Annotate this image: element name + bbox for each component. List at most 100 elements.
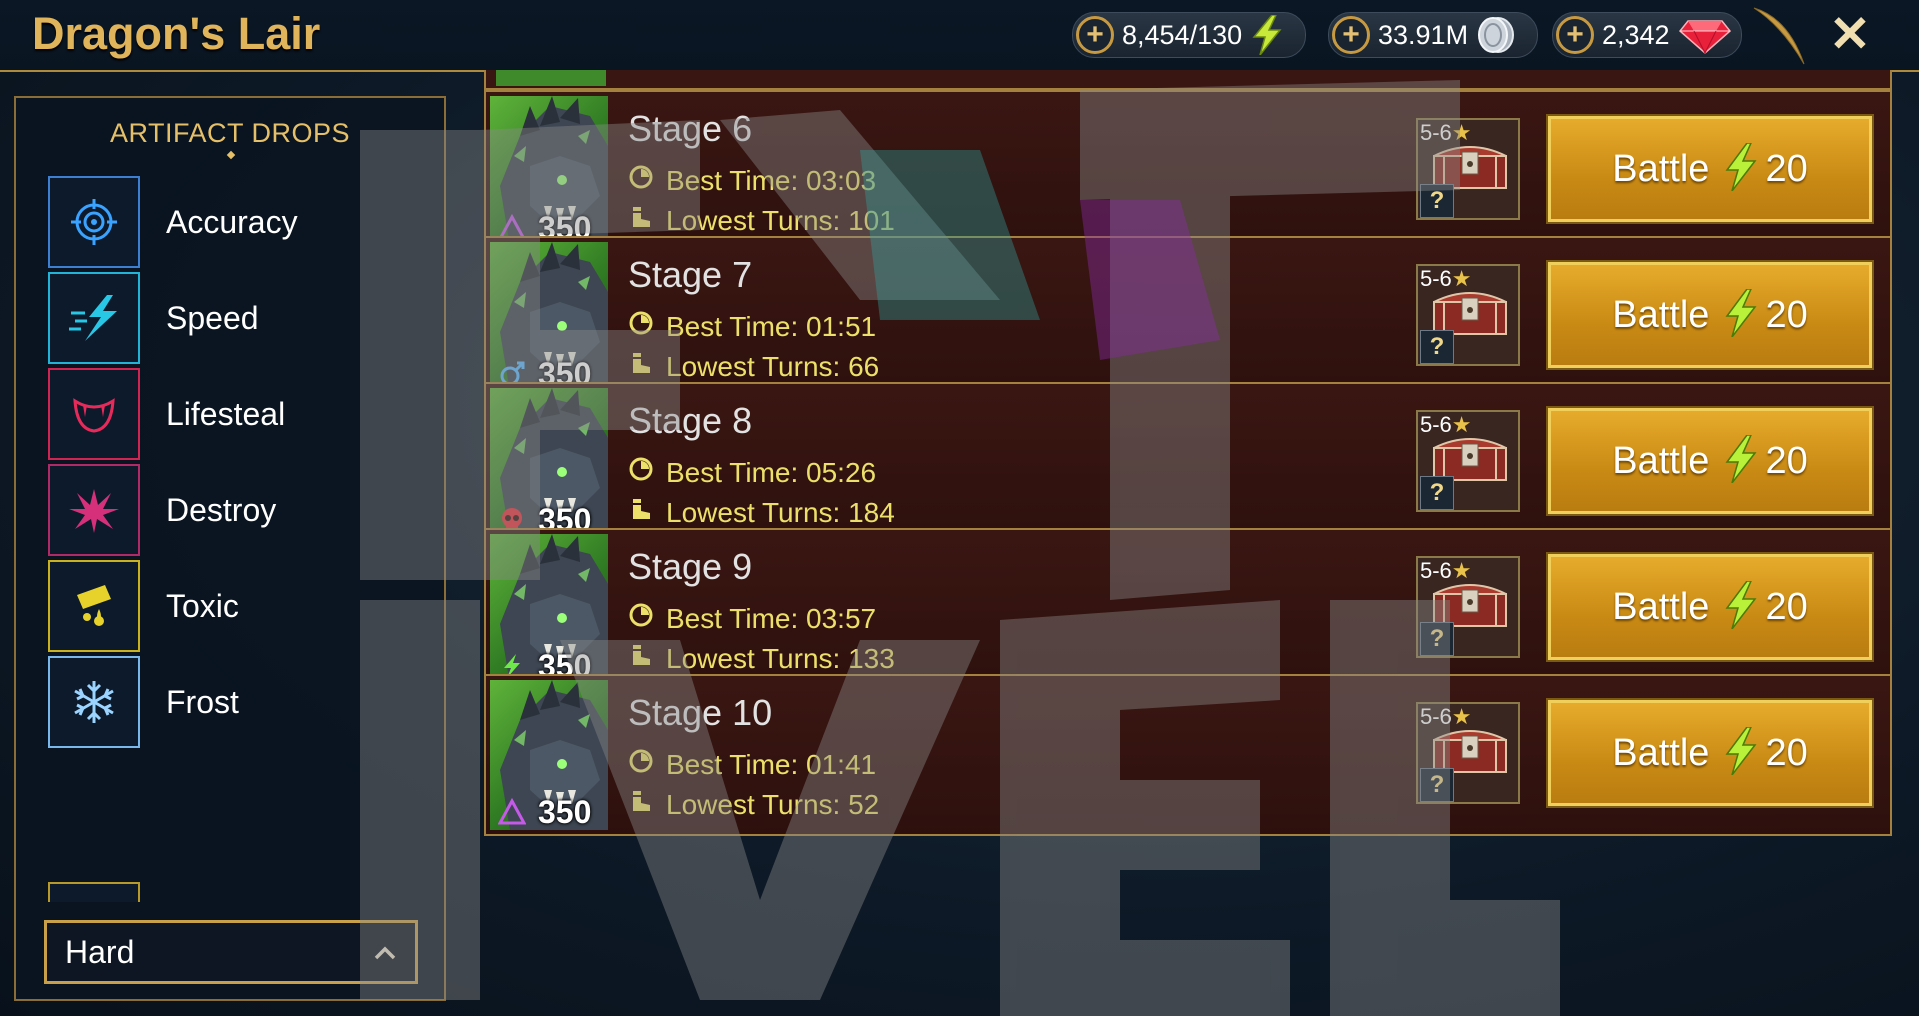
difficulty-value: Hard xyxy=(65,933,135,970)
speed-icon xyxy=(48,272,140,364)
crescent-ornament-icon xyxy=(1748,4,1808,66)
energy-bolt-icon xyxy=(1709,287,1765,342)
lowest-turns-text: Lowest Turns: 101 xyxy=(666,204,895,236)
boot-icon xyxy=(628,642,666,675)
question-mark-icon: ? xyxy=(1420,476,1454,510)
best-time: Best Time: 03:57 xyxy=(628,602,876,635)
stage-name: Stage 10 xyxy=(628,692,773,733)
add-energy-button[interactable]: + xyxy=(1076,16,1114,54)
stage-row[interactable]: 350 Stage 8 Best Time: 05:26 Lowest Turns: … xyxy=(484,382,1892,544)
artifact-label: Toxic xyxy=(166,587,239,624)
reward-chest[interactable]: 5-6★? xyxy=(1416,118,1520,220)
reward-chest[interactable]: 5-6★? xyxy=(1416,410,1520,512)
energy-bolt-icon xyxy=(1709,725,1765,780)
page-title: Dragon's Lair xyxy=(32,8,321,59)
best-time-text: Best Time: 01:41 xyxy=(666,748,877,780)
stage-row[interactable]: 350 Stage 6 Best Time: 03:03 Lowest Turns: … xyxy=(484,90,1892,252)
gems-counter: + 2,342 xyxy=(1552,12,1742,58)
clock-icon xyxy=(628,456,666,489)
artifact-label: Destroy xyxy=(166,491,277,528)
stage-row[interactable]: 350 Stage 10 Best Time: 01:41 Lowest Turns:… xyxy=(484,674,1892,836)
best-time: Best Time: 01:51 xyxy=(628,310,876,343)
add-silver-button[interactable]: + xyxy=(1332,16,1370,54)
lowest-turns: Lowest Turns: 66 xyxy=(628,350,879,383)
battle-button[interactable]: Battle 20 xyxy=(1546,406,1874,516)
clock-icon xyxy=(628,310,666,343)
artifact-drops-panel: ARTIFACT DROPS Accuracy Speed Lifesteal xyxy=(14,96,446,1001)
battle-label: Battle xyxy=(1612,585,1710,628)
energy-bolt-icon xyxy=(1709,141,1765,196)
lowest-turns: Lowest Turns: 184 xyxy=(628,496,895,529)
artifact-label: Speed xyxy=(166,299,259,336)
artifact-filter-speed[interactable]: Speed xyxy=(48,270,428,366)
energy-cost: 20 xyxy=(1765,147,1808,190)
energy-bolt-icon xyxy=(1709,579,1765,634)
battle-label: Battle xyxy=(1612,293,1710,336)
battle-button[interactable]: Battle 20 xyxy=(1546,698,1874,808)
lowest-turns: Lowest Turns: 52 xyxy=(628,788,879,821)
question-mark-icon: ? xyxy=(1420,184,1454,218)
question-mark-icon: ? xyxy=(1420,622,1454,656)
lowest-turns-text: Lowest Turns: 133 xyxy=(666,642,895,674)
boot-icon xyxy=(628,788,666,821)
dragon-boss-thumbnail: 350 xyxy=(490,96,608,246)
question-mark-icon: ? xyxy=(1420,330,1454,364)
question-mark-icon: ? xyxy=(1420,768,1454,802)
reward-chest[interactable]: 5-6★? xyxy=(1416,264,1520,366)
stage-row[interactable]: 350 Stage 7 Best Time: 01:51 Lowest Turns: … xyxy=(484,236,1892,398)
energy-value: 8,454/130 xyxy=(1122,19,1243,50)
dragons-lair-screen: Dragon's Lair + 8,454/130 + 33.91M + 2,3… xyxy=(0,0,1919,1016)
best-time-text: Best Time: 05:26 xyxy=(666,456,877,488)
dragon-boss-thumbnail: 350 xyxy=(490,680,608,830)
energy-bolt-icon xyxy=(1709,433,1765,488)
boot-icon xyxy=(628,350,666,383)
stage-name: Stage 7 xyxy=(628,254,753,295)
stage-name: Stage 8 xyxy=(628,400,753,441)
battle-label: Battle xyxy=(1612,731,1710,774)
lowest-turns-text: Lowest Turns: 184 xyxy=(666,496,895,528)
battle-button[interactable]: Battle 20 xyxy=(1546,552,1874,662)
artifact-label: Accuracy xyxy=(166,203,298,240)
energy-cost: 20 xyxy=(1765,293,1808,336)
artifact-filter-accuracy[interactable]: Accuracy xyxy=(48,174,428,270)
affinity-magic-icon xyxy=(498,798,526,826)
stage-row-partial xyxy=(484,70,1892,90)
silver-counter: + 33.91M xyxy=(1328,12,1538,58)
best-time: Best Time: 01:41 xyxy=(628,748,876,781)
best-time-text: Best Time: 01:51 xyxy=(666,310,877,342)
stage-list[interactable]: 350 Stage 6 Best Time: 03:03 Lowest Turns: … xyxy=(484,70,1894,1016)
destroy-icon xyxy=(48,464,140,556)
artifact-filter-destroy[interactable]: Destroy xyxy=(48,462,428,558)
frost-icon xyxy=(48,656,140,748)
lowest-turns-text: Lowest Turns: 66 xyxy=(666,350,880,382)
boot-icon xyxy=(628,204,666,237)
dragon-boss-thumbnail: 350 xyxy=(490,534,608,684)
best-time-text: Best Time: 03:03 xyxy=(666,164,877,196)
clock-icon xyxy=(628,164,666,197)
battle-label: Battle xyxy=(1612,147,1710,190)
gems-value: 2,342 xyxy=(1602,19,1670,50)
accuracy-icon xyxy=(48,176,140,268)
artifact-filter-partial[interactable] xyxy=(48,882,140,902)
ruby-gem-icon xyxy=(1678,15,1732,55)
artifact-filter-lifesteal[interactable]: Lifesteal xyxy=(48,366,428,462)
battle-button[interactable]: Battle 20 xyxy=(1546,114,1874,224)
stage-name: Stage 9 xyxy=(628,546,753,587)
add-gems-button[interactable]: + xyxy=(1556,16,1594,54)
artifact-filter-toxic[interactable]: Toxic xyxy=(48,558,428,654)
energy-cost: 20 xyxy=(1765,731,1808,774)
stage-row[interactable]: 350 Stage 9 Best Time: 03:57 Lowest Turns: … xyxy=(484,528,1892,690)
artifact-label: Lifesteal xyxy=(166,395,286,432)
chevron-up-icon xyxy=(373,937,397,968)
energy-counter: + 8,454/130 xyxy=(1072,12,1306,58)
artifact-filter-frost[interactable]: Frost xyxy=(48,654,428,750)
title-ornament xyxy=(226,150,236,160)
difficulty-select[interactable]: Hard xyxy=(44,920,418,984)
close-button[interactable]: ✕ xyxy=(1822,8,1878,60)
reward-chest[interactable]: 5-6★? xyxy=(1416,702,1520,804)
boss-level: 350 xyxy=(538,794,592,830)
energy-bolt-icon xyxy=(1250,15,1284,55)
battle-button[interactable]: Battle 20 xyxy=(1546,260,1874,370)
reward-chest[interactable]: 5-6★? xyxy=(1416,556,1520,658)
artifact-label: Frost xyxy=(166,683,239,720)
